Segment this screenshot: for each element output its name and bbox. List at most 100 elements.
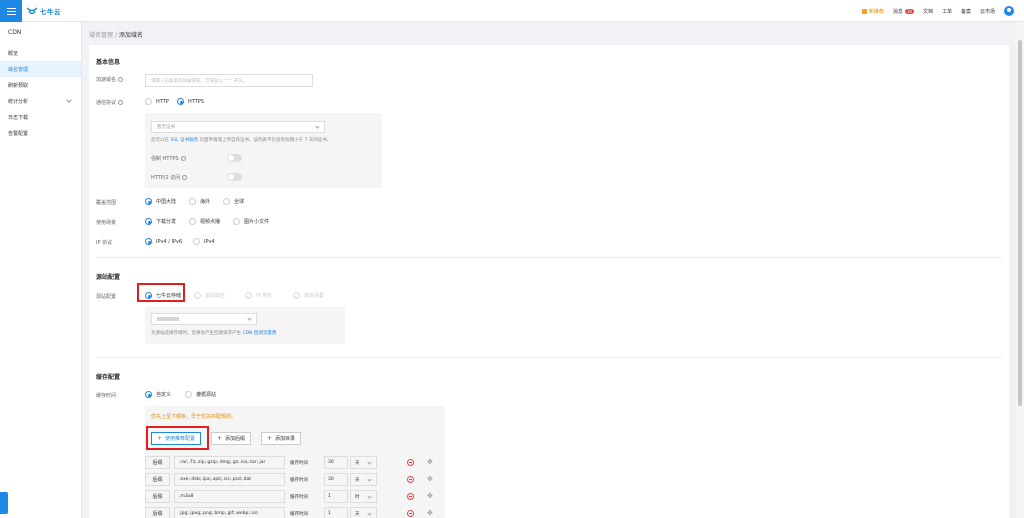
- section-title-origin: 源站配置: [96, 274, 121, 281]
- message-count-badge: 14: [904, 8, 914, 14]
- ttl-unit-select[interactable]: 天: [350, 456, 377, 469]
- top-nav-docs[interactable]: 文档: [923, 8, 933, 15]
- remove-icon[interactable]: [407, 510, 414, 517]
- ttl-unit-select[interactable]: 时: [350, 490, 377, 503]
- sidebar-item-refresh-prefetch[interactable]: 刷新预取: [0, 77, 81, 93]
- qiniu-logo-icon: [27, 7, 37, 15]
- avatar[interactable]: [1004, 6, 1014, 16]
- sidebar-item-domain-management[interactable]: 域名管理: [0, 61, 81, 77]
- page-scrollbar[interactable]: [1016, 22, 1024, 518]
- cache-follow-origin-radio[interactable]: 遵循源站: [185, 391, 216, 398]
- remove-icon[interactable]: [407, 476, 414, 483]
- info-icon: [118, 77, 124, 82]
- rule-type[interactable]: 后缀: [145, 456, 170, 469]
- scenario-label: 使用场景: [96, 220, 117, 226]
- section-title-cache: 缓存配置: [96, 374, 121, 381]
- top-nav-messages[interactable]: 消息 14: [893, 8, 914, 15]
- rule-input[interactable]: .rar;.7z;.zip;.gzip;.dmg;.gz;.iso;.tar;.…: [174, 456, 285, 469]
- floating-help-tab[interactable]: [0, 492, 8, 514]
- drag-handle-icon[interactable]: ✥: [427, 458, 433, 466]
- protocol-http-radio[interactable]: HTTP: [145, 98, 169, 105]
- ip-dual-radio[interactable]: IPv4 / IPv6: [145, 238, 182, 245]
- protocol-https-radio[interactable]: HTTPS: [177, 98, 204, 105]
- origin-domain-radio[interactable]: 源站域名: [194, 292, 225, 299]
- section-title-basic: 基本信息: [96, 59, 121, 66]
- ip-protocol-label: IP 协议: [96, 240, 113, 246]
- force-https-toggle[interactable]: [227, 154, 242, 162]
- domain-input[interactable]: 请输入已备案的加速域名，泛域名以 "*." 开头。: [145, 74, 313, 87]
- add-suffix-button[interactable]: + 添加后缀: [211, 432, 252, 445]
- remove-icon[interactable]: [407, 459, 414, 466]
- top-nav-filing[interactable]: 备案: [961, 8, 971, 15]
- scenario-vod-radio[interactable]: 视频点播: [189, 218, 220, 225]
- certificate-select[interactable]: 暂无证书: [151, 121, 325, 133]
- ttl-label: 缓存时间: [290, 512, 308, 517]
- chevron-down-icon: [66, 97, 72, 103]
- cache-warning: 优先上至下顺序，早于优先匹配规则。: [151, 414, 237, 420]
- sidebar-item-overview[interactable]: 概览: [0, 45, 81, 61]
- use-recommended-config-button[interactable]: + 使用推荐配置: [151, 432, 202, 445]
- plus-icon: +: [157, 435, 163, 442]
- logo[interactable]: 七牛云: [27, 5, 61, 17]
- bucket-select[interactable]: [151, 313, 257, 325]
- ttl-value-input[interactable]: 1: [324, 490, 348, 503]
- divider: [96, 357, 1002, 358]
- coverage-label: 覆盖范围: [96, 200, 117, 206]
- top-nav-recommend[interactable]: 新推荐: [861, 8, 884, 15]
- rule-input[interactable]: .m3u8: [174, 490, 285, 503]
- divider: [96, 257, 1002, 258]
- info-icon: [180, 156, 186, 161]
- sidebar-title: CDN: [8, 29, 22, 36]
- breadcrumb-current: 添加域名: [118, 32, 143, 39]
- scrollbar-thumb[interactable]: [1018, 40, 1022, 406]
- drag-handle-icon[interactable]: ✥: [427, 475, 433, 483]
- coverage-mainland-radio[interactable]: 中国大陆: [145, 198, 176, 205]
- http2-toggle[interactable]: [227, 173, 242, 181]
- sidebar-item-statistics[interactable]: 统计分析: [0, 93, 81, 109]
- ttl-value-input[interactable]: 1: [324, 507, 348, 518]
- blurred-bucket-name: [157, 317, 179, 321]
- origin-qiniu-radio[interactable]: 七牛云存储: [145, 292, 181, 299]
- ip-v4-radio[interactable]: IPv4: [193, 238, 215, 245]
- ttl-label: 缓存时间: [290, 461, 308, 466]
- drag-handle-icon[interactable]: ✥: [427, 492, 433, 500]
- cache-custom-radio[interactable]: 自定义: [145, 391, 171, 398]
- sidebar-item-log-download[interactable]: 日志下载: [0, 109, 81, 125]
- rule-input[interactable]: .jpg;.jpeg;.png;.bmp;.gif;.webp;.ico: [174, 507, 285, 518]
- ttl-label: 缓存时间: [290, 478, 308, 483]
- add-directory-button[interactable]: + 添加目录: [261, 432, 302, 445]
- sidebar: CDN 概览 域名管理 刷新预取 统计分析 日志下载 告警配置: [0, 22, 82, 518]
- scenario-download-radio[interactable]: 下载分发: [145, 218, 176, 225]
- sidebar-item-alert-config[interactable]: 告警配置: [0, 125, 81, 141]
- coverage-overseas-radio[interactable]: 海外: [189, 198, 210, 205]
- ttl-unit-select[interactable]: 天: [350, 473, 377, 486]
- cdn-traffic-fee-link[interactable]: CDN 回源流量费: [242, 331, 276, 336]
- domain-label: 加速域名: [96, 76, 124, 83]
- origin-advanced-radio[interactable]: 高级设置: [293, 292, 324, 299]
- rule-input[interactable]: .exe;.deb;.ipa;.apk;.sis;.psd;.dat: [174, 473, 285, 486]
- top-nav-ticket[interactable]: 工单: [942, 8, 952, 15]
- top-nav-market[interactable]: 云市场: [980, 8, 995, 15]
- protocol-label: 通信协议: [96, 99, 124, 106]
- rule-type[interactable]: 后缀: [145, 490, 170, 503]
- chevron-down-icon: [367, 511, 372, 516]
- breadcrumb-parent[interactable]: 域名管理: [89, 32, 113, 39]
- scenario-images-radio[interactable]: 图片小文件: [233, 218, 269, 225]
- rule-type[interactable]: 后缀: [145, 473, 170, 486]
- coverage-global-radio[interactable]: 全球: [223, 198, 244, 205]
- ttl-value-input[interactable]: 30: [324, 473, 348, 486]
- rule-type[interactable]: 后缀: [145, 507, 170, 518]
- ttl-value-input[interactable]: 30: [324, 456, 348, 469]
- chevron-down-icon: [315, 124, 320, 129]
- info-icon: [118, 100, 124, 105]
- drag-handle-icon[interactable]: ✥: [427, 509, 433, 517]
- breadcrumb: 域名管理 / 添加域名: [89, 32, 143, 39]
- ttl-unit-select[interactable]: 天: [350, 507, 377, 518]
- ssl-service-link[interactable]: SSL 证书服务: [170, 138, 198, 143]
- origin-ip-radio[interactable]: IP 地址: [245, 292, 272, 299]
- menu-toggle-button[interactable]: [0, 0, 22, 22]
- https-options-box: 暂无证书 您可以在 SSL 证书服务 页面申请或上传自有证书。该列表不包含有效期…: [145, 113, 382, 188]
- main-panel: 基本信息 加速域名 请输入已备案的加速域名，泛域名以 "*." 开头。 通信协议…: [89, 45, 1009, 518]
- cache-time-label: 缓存时间: [96, 393, 117, 399]
- remove-icon[interactable]: [407, 493, 414, 500]
